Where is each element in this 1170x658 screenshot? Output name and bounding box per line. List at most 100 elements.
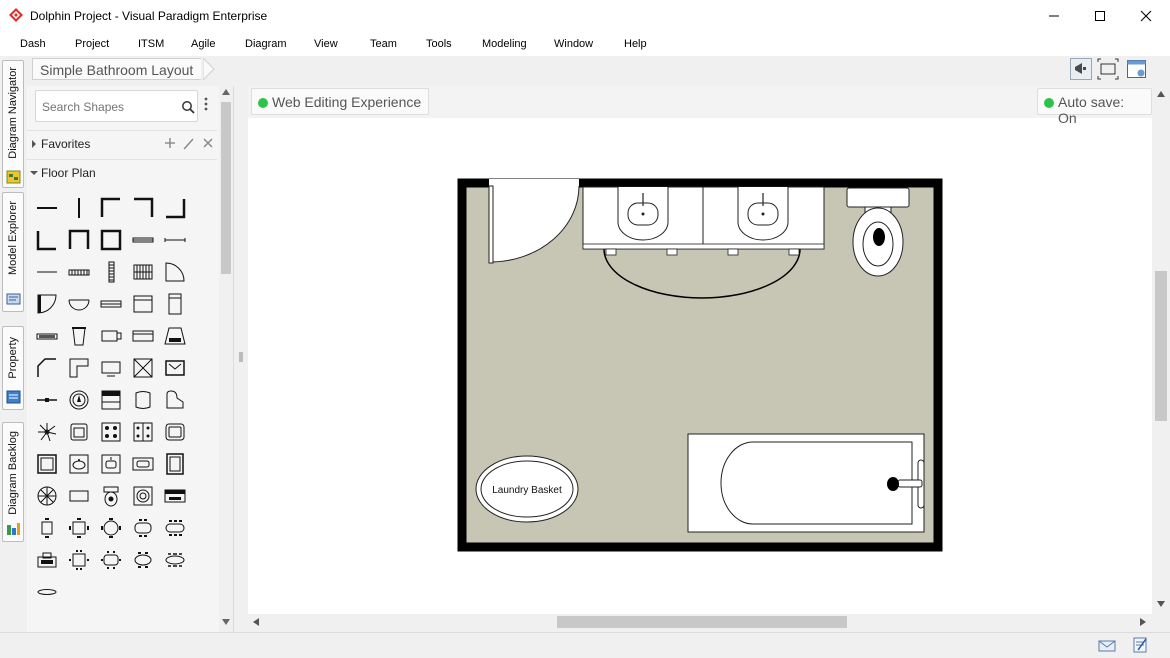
sink-right[interactable] xyxy=(737,187,789,241)
shape-desk-chair[interactable] xyxy=(33,546,61,574)
shape-bench[interactable] xyxy=(65,482,93,510)
shape-window[interactable] xyxy=(129,226,157,254)
close-button[interactable] xyxy=(1123,0,1169,32)
laundry-basket[interactable]: Laundry Basket xyxy=(475,455,579,523)
shape-sliding-door[interactable] xyxy=(97,290,125,318)
shape-line[interactable] xyxy=(33,258,61,286)
menu-window[interactable]: Window xyxy=(554,38,593,50)
shape-wall-corner-tl[interactable] xyxy=(97,194,125,222)
shape-rug[interactable] xyxy=(33,578,61,606)
menu-view[interactable]: View xyxy=(314,38,338,50)
shape-wall-corner-br[interactable] xyxy=(161,194,189,222)
scroll-up-icon[interactable] xyxy=(1157,91,1165,97)
add-icon[interactable] xyxy=(165,138,175,148)
tab-diagram-backlog[interactable]: Diagram Backlog xyxy=(2,422,24,542)
search-shapes-input[interactable] xyxy=(42,98,172,116)
shape-stairs-wide[interactable] xyxy=(129,258,157,286)
panel-splitter[interactable] xyxy=(236,86,246,632)
shape-table-2-chairs[interactable] xyxy=(33,514,61,542)
tab-diagram-navigator[interactable]: Diagram Navigator xyxy=(2,60,24,188)
shape-cooktop[interactable] xyxy=(97,418,125,446)
breadcrumb[interactable]: Simple Bathroom Layout xyxy=(32,58,202,80)
shape-oval-table-8[interactable] xyxy=(161,546,189,574)
menu-tools[interactable]: Tools xyxy=(426,38,452,50)
more-options-icon[interactable] xyxy=(203,96,209,112)
shape-plant[interactable] xyxy=(33,418,61,446)
shape-round-table-4[interactable] xyxy=(97,514,125,542)
shape-wall-corner-tr[interactable] xyxy=(129,194,157,222)
shape-cabinet[interactable] xyxy=(129,290,157,318)
tab-property[interactable]: Property xyxy=(2,326,24,410)
menu-project[interactable]: Project xyxy=(75,38,109,50)
shape-door-left[interactable] xyxy=(33,290,61,318)
menu-itsm[interactable]: ITSM xyxy=(138,38,164,50)
diagram-canvas[interactable]: Web Editing Experience Auto save: On Lau… xyxy=(248,86,1152,614)
shape-rounded-table-6[interactable] xyxy=(97,546,125,574)
shape-trash-can[interactable] xyxy=(65,322,93,350)
shape-wall-horizontal[interactable] xyxy=(33,194,61,222)
shape-oval-table-6[interactable] xyxy=(129,546,157,574)
tab-model-explorer[interactable]: Model Explorer xyxy=(2,192,24,312)
canvas-hscroll-thumb[interactable] xyxy=(557,616,847,628)
shape-table-6[interactable] xyxy=(65,546,93,574)
edit-icon[interactable] xyxy=(183,138,194,150)
shape-square-sink[interactable] xyxy=(129,482,157,510)
shape-sofa[interactable] xyxy=(161,418,189,446)
remove-icon[interactable] xyxy=(203,138,213,148)
shape-tv[interactable] xyxy=(97,354,125,382)
shape-table-4-chairs[interactable] xyxy=(65,514,93,542)
shape-vanity-sink[interactable] xyxy=(97,450,125,478)
shape-washer[interactable] xyxy=(97,322,125,350)
shape-double-door[interactable] xyxy=(65,290,93,318)
shape-toilet[interactable] xyxy=(97,482,125,510)
shape-wall-corner-bl[interactable] xyxy=(33,226,61,254)
shape-round-sink[interactable] xyxy=(65,386,93,414)
menu-modeling[interactable]: Modeling xyxy=(482,38,527,50)
shape-square-tub[interactable] xyxy=(33,450,61,478)
scroll-down-icon[interactable] xyxy=(1157,601,1165,607)
scroll-up-icon[interactable] xyxy=(222,89,230,95)
web-editing-badge[interactable]: Web Editing Experience xyxy=(251,88,430,115)
shape-shelf[interactable] xyxy=(33,322,61,350)
shape-counter[interactable] xyxy=(129,322,157,350)
shape-towel-bar[interactable] xyxy=(33,386,61,414)
canvas-vscroll-thumb[interactable] xyxy=(1155,271,1167,421)
shape-wall-vertical[interactable] xyxy=(65,194,93,222)
shape-stairs-horizontal[interactable] xyxy=(65,258,93,286)
mail-icon[interactable] xyxy=(1098,639,1116,653)
notes-icon[interactable] xyxy=(1132,636,1148,654)
shape-opening[interactable] xyxy=(161,226,189,254)
menu-team[interactable]: Team xyxy=(370,38,397,50)
section-favorites[interactable]: Favorites xyxy=(27,130,217,156)
menu-diagram[interactable]: Diagram xyxy=(245,38,287,50)
shape-bathtub-small[interactable] xyxy=(161,354,189,382)
shape-dresser[interactable] xyxy=(97,386,125,414)
shape-long-table[interactable] xyxy=(161,514,189,542)
autosave-badge[interactable]: Auto save: On xyxy=(1037,88,1152,126)
shape-oval-sink[interactable] xyxy=(65,450,93,478)
scroll-left-icon[interactable] xyxy=(253,618,259,626)
shape-box[interactable] xyxy=(129,354,157,382)
shape-printer[interactable] xyxy=(161,482,189,510)
shape-wall-sink[interactable] xyxy=(129,450,157,478)
fit-diagram-icon[interactable] xyxy=(1097,58,1119,80)
shapes-panel-scroll-thumb[interactable] xyxy=(221,102,231,274)
shape-locker[interactable] xyxy=(161,290,189,318)
section-floor-plan[interactable]: Floor Plan xyxy=(27,159,217,185)
search-icon[interactable] xyxy=(181,100,195,114)
shape-door[interactable] xyxy=(161,258,189,286)
shape-l-counter[interactable] xyxy=(65,354,93,382)
shape-double-cooktop[interactable] xyxy=(129,418,157,446)
shape-oval-table[interactable] xyxy=(129,514,157,542)
menu-agile[interactable]: Agile xyxy=(191,38,215,50)
shape-wall-u[interactable] xyxy=(65,226,93,254)
shape-room[interactable] xyxy=(97,226,125,254)
shape-stove[interactable] xyxy=(161,322,189,350)
shape-curved-wall[interactable] xyxy=(33,354,61,382)
shape-piano[interactable] xyxy=(161,386,189,414)
maximize-button[interactable] xyxy=(1077,0,1123,32)
shape-stairs-vertical[interactable] xyxy=(97,258,125,286)
panel-layout-icon[interactable] xyxy=(1126,58,1148,80)
scroll-right-icon[interactable] xyxy=(1140,618,1146,626)
shape-shower[interactable] xyxy=(161,450,189,478)
